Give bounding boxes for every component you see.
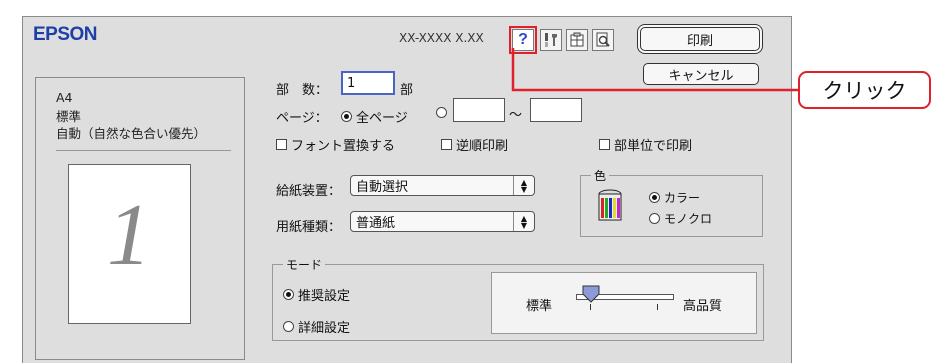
click-callout: クリック — [798, 71, 931, 109]
callout-line — [511, 48, 800, 92]
